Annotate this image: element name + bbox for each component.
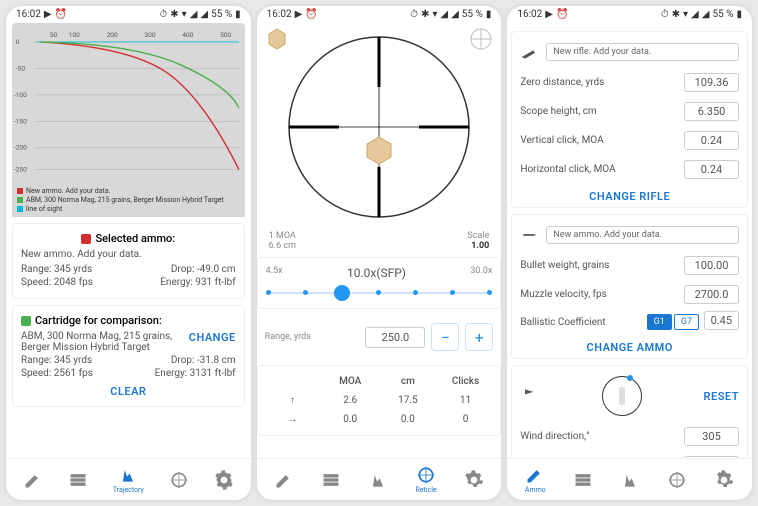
bottom-nav: Reticle <box>257 458 502 500</box>
comparison-card: Cartridge for comparison: ABM, 300 Norma… <box>12 305 245 407</box>
battery-icon: ▮ <box>235 9 241 20</box>
reset-button[interactable]: RESET <box>704 390 739 403</box>
phone-ammo: 16:02▶⏰ ⏱✱▾◢◢55 %▮ New rifle. Add your d… <box>507 6 752 500</box>
clear-button[interactable]: CLEAR <box>110 385 146 398</box>
svg-text:-200: -200 <box>14 144 27 152</box>
scope-height-input[interactable]: 6.350 <box>684 102 739 121</box>
moa-label: 1 MOA <box>269 231 296 241</box>
range-row: Range, yrds 250.0 − + <box>257 315 502 359</box>
nav-edit[interactable] <box>23 470 43 490</box>
statusbar: 16:02▶⏰ ⏱✱▾◢◢55 %▮ <box>257 6 502 23</box>
alarm-icon: ⏰ <box>55 9 67 20</box>
wifi-icon: ▾ <box>182 9 187 20</box>
nav-edit[interactable] <box>274 470 294 490</box>
zoom-value: 10.0x(SFP) <box>347 266 406 280</box>
svg-text:200: 200 <box>107 31 118 39</box>
svg-text:400: 400 <box>182 31 193 39</box>
adjustment-table: MOAcmClicks ↑2.617.511 →0.00.00 <box>257 365 502 436</box>
g7-chip[interactable]: G7 <box>674 314 699 330</box>
nav-table[interactable] <box>573 470 593 490</box>
nav-ammo[interactable]: Ammo <box>525 465 546 494</box>
nav-trajectory[interactable]: Trajectory <box>113 465 144 494</box>
scale-value: 1.00 <box>471 241 489 251</box>
nav-settings[interactable] <box>214 470 234 490</box>
nav-table[interactable] <box>321 470 341 490</box>
statusbar: 16:02▶⏰ ⏱✱▾◢◢55 %▮ <box>507 6 752 23</box>
cm-label: 6.6 cm <box>269 241 296 251</box>
chart-legend: New ammo. Add your data. ABM, 300 Norma … <box>12 183 245 217</box>
time: 16:02 <box>16 9 41 20</box>
selected-ammo-title: Selected ammo: <box>95 232 175 245</box>
plus-button[interactable]: + <box>465 323 493 351</box>
nav-trajectory[interactable] <box>620 470 640 490</box>
rifle-icon <box>520 42 540 62</box>
signal-icon: ◢ <box>190 9 198 20</box>
arrow-up-icon: ↑ <box>264 395 322 406</box>
ammo-title-input[interactable]: New ammo. Add your data. <box>546 226 739 244</box>
bluetooth-icon: ✱ <box>170 9 178 20</box>
zoom-slider[interactable] <box>266 286 493 300</box>
reticle-view[interactable] <box>274 27 484 227</box>
green-square-icon <box>21 316 31 326</box>
nav-table[interactable] <box>68 470 88 490</box>
selected-ammo-name: New ammo. Add your data. <box>21 249 236 260</box>
horizontal-click-input[interactable]: 0.24 <box>684 160 739 179</box>
ammo-section: New ammo. Add your data. Bullet weight, … <box>511 214 748 359</box>
nav-settings[interactable] <box>714 470 734 490</box>
phone-trajectory: 16:02▶⏰ ⏱✱▾◢◢55 %▮ 0-50-100-150-200-250 … <box>6 6 251 500</box>
rifle-title-input[interactable]: New rifle. Add your data. <box>546 43 739 61</box>
clock-icon: ⏱ <box>159 9 167 20</box>
wind-section: RESET Wind direction,°305 Wind velocity,… <box>511 365 748 458</box>
wind-direction-dial[interactable] <box>602 376 642 416</box>
selected-ammo-card: Selected ammo: New ammo. Add your data. … <box>12 223 245 299</box>
zoom-card: 4.5x10.0x(SFP)30.0x <box>257 257 502 309</box>
change-rifle-button[interactable]: CHANGE RIFLE <box>589 190 670 203</box>
nav-settings[interactable] <box>464 470 484 490</box>
bottom-nav: Trajectory <box>6 458 251 500</box>
trajectory-chart[interactable]: 0 -50 -100 -150 -200 -250 50 100 200 300 400 500 <box>12 23 245 183</box>
bullet-icon <box>520 225 540 245</box>
wind-velocity-input[interactable]: 0.0 <box>684 456 739 458</box>
svg-text:-250: -250 <box>14 165 27 173</box>
arrow-right-icon: → <box>264 414 322 425</box>
svg-text:500: 500 <box>220 31 231 39</box>
nav-trajectory[interactable] <box>368 470 388 490</box>
svg-text:-50: -50 <box>16 64 26 72</box>
nav-reticle[interactable] <box>169 470 189 490</box>
svg-text:0: 0 <box>16 38 20 46</box>
svg-text:-100: -100 <box>14 91 27 99</box>
g1-chip[interactable]: G1 <box>647 314 672 330</box>
svg-text:-150: -150 <box>14 117 27 125</box>
battery: 55 % <box>211 9 232 20</box>
nav-reticle[interactable]: Reticle <box>416 465 437 494</box>
bc-input[interactable]: 0.45 <box>704 311 739 330</box>
signal-icon: ◢ <box>200 9 208 20</box>
play-icon: ▶ <box>44 9 52 20</box>
bullet-weight-input[interactable]: 100.00 <box>684 256 739 275</box>
scale-label: Scale <box>467 231 489 241</box>
muzzle-velocity-input[interactable]: 2700.0 <box>684 285 739 304</box>
red-square-icon <box>81 234 91 244</box>
svg-text:100: 100 <box>69 31 80 39</box>
minus-button[interactable]: − <box>431 323 459 351</box>
zero-distance-input[interactable]: 109.36 <box>684 73 739 92</box>
nav-reticle[interactable] <box>667 470 687 490</box>
rifle-section: New rifle. Add your data. Zero distance,… <box>511 31 748 208</box>
comparison-title: Cartridge for comparison: <box>35 314 162 327</box>
range-input[interactable]: 250.0 <box>365 327 425 348</box>
comparison-name: ABM, 300 Norma Mag, 215 grains, Berger M… <box>21 331 181 353</box>
wind-flag-icon <box>520 386 540 406</box>
statusbar: 16:02▶⏰ ⏱✱▾◢◢55 %▮ <box>6 6 251 23</box>
wind-direction-input[interactable]: 305 <box>684 427 739 446</box>
svg-text:300: 300 <box>144 31 155 39</box>
bottom-nav: Ammo <box>507 458 752 500</box>
vertical-click-input[interactable]: 0.24 <box>684 131 739 150</box>
change-ammo-button[interactable]: CHANGE AMMO <box>587 341 673 354</box>
svg-text:50: 50 <box>50 31 58 39</box>
change-button[interactable]: CHANGE <box>189 331 236 353</box>
phone-reticle: 16:02▶⏰ ⏱✱▾◢◢55 %▮ 1 MOA6.6 cm Scale1.00 <box>257 6 502 500</box>
